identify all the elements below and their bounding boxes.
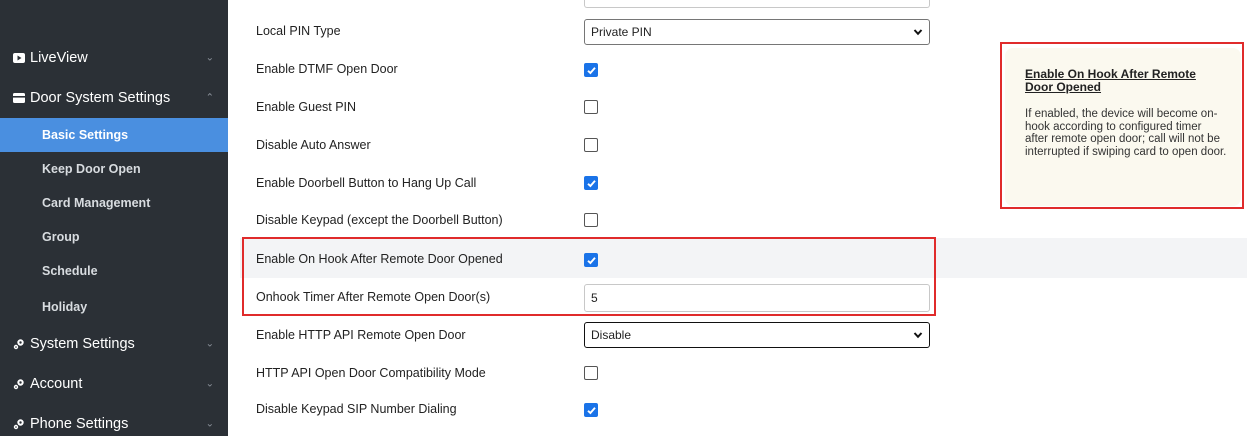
dtmf-checkbox[interactable] bbox=[584, 63, 598, 77]
chevron-down-icon: ⌄ bbox=[205, 378, 214, 390]
disable-keypad-checkbox[interactable] bbox=[584, 213, 598, 227]
nav-system-settings[interactable]: System Settings ⌄ bbox=[0, 326, 228, 362]
nav-liveview-label: LiveView bbox=[30, 50, 88, 66]
play-icon bbox=[12, 51, 26, 65]
http-compat-label: HTTP API Open Door Compatibility Mode bbox=[256, 366, 486, 380]
nav-account-label: Account bbox=[30, 376, 83, 392]
sidebar-item-holiday[interactable]: Holiday bbox=[0, 290, 228, 324]
local-pin-type-value: Private PIN bbox=[591, 25, 652, 39]
guest-pin-checkbox[interactable] bbox=[584, 100, 598, 114]
doorbell-hangup-checkbox[interactable] bbox=[584, 176, 598, 190]
disable-keypad-label: Disable Keypad (except the Doorbell Butt… bbox=[256, 213, 503, 227]
auto-answer-checkbox[interactable] bbox=[584, 138, 598, 152]
previous-field[interactable] bbox=[584, 0, 930, 8]
chevron-down-icon bbox=[913, 332, 923, 339]
sidebar-item-basic-settings[interactable]: Basic Settings bbox=[0, 118, 228, 152]
tooltip-highlight-frame bbox=[1000, 42, 1244, 209]
sidebar-item-label: Schedule bbox=[42, 264, 98, 278]
sidebar-item-card-management[interactable]: Card Management bbox=[0, 186, 228, 220]
sidebar-item-label: Holiday bbox=[42, 300, 88, 314]
sidebar-item-label: Group bbox=[42, 230, 80, 244]
http-compat-checkbox[interactable] bbox=[584, 366, 598, 380]
disable-sip-dialing-checkbox[interactable] bbox=[584, 403, 598, 417]
nav-door-system-settings[interactable]: Door System Settings ⌃ bbox=[0, 80, 228, 116]
sidebar-item-label: Card Management bbox=[42, 196, 151, 210]
chevron-down-icon: ⌄ bbox=[205, 338, 214, 350]
http-api-label: Enable HTTP API Remote Open Door bbox=[256, 328, 466, 342]
sidebar-item-label: Keep Door Open bbox=[42, 162, 141, 176]
nav-system-settings-label: System Settings bbox=[30, 336, 135, 352]
sidebar: LiveView ⌄ Door System Settings ⌃ Basic … bbox=[0, 0, 228, 436]
sidebar-item-group[interactable]: Group bbox=[0, 220, 228, 254]
chevron-down-icon: ⌄ bbox=[205, 418, 214, 430]
gear-icon bbox=[12, 337, 26, 351]
chevron-down-icon: ⌄ bbox=[205, 52, 214, 64]
gear-icon bbox=[12, 417, 26, 431]
dtmf-label: Enable DTMF Open Door bbox=[256, 62, 398, 76]
sidebar-item-schedule[interactable]: Schedule bbox=[0, 254, 228, 288]
doorbell-hangup-label: Enable Doorbell Button to Hang Up Call bbox=[256, 176, 477, 190]
local-pin-type-label: Local PIN Type bbox=[256, 24, 341, 38]
card-icon bbox=[12, 91, 26, 105]
auto-answer-label: Disable Auto Answer bbox=[256, 138, 371, 152]
disable-sip-dialing-label: Disable Keypad SIP Number Dialing bbox=[256, 402, 457, 416]
chevron-up-icon: ⌃ bbox=[205, 92, 214, 104]
nav-liveview[interactable]: LiveView ⌄ bbox=[0, 40, 228, 76]
nav-phone-settings-label: Phone Settings bbox=[30, 416, 129, 432]
nav-account[interactable]: Account ⌄ bbox=[0, 366, 228, 402]
nav-door-system-settings-label: Door System Settings bbox=[30, 90, 171, 106]
local-pin-type-select[interactable]: Private PIN bbox=[584, 19, 930, 45]
highlight-frame bbox=[242, 237, 936, 316]
gear-icon bbox=[12, 377, 26, 391]
http-api-select[interactable]: Disable bbox=[584, 322, 930, 348]
http-api-value: Disable bbox=[591, 328, 632, 342]
sidebar-item-keep-door-open[interactable]: Keep Door Open bbox=[0, 152, 228, 186]
chevron-down-icon bbox=[913, 29, 923, 36]
nav-phone-settings[interactable]: Phone Settings ⌄ bbox=[0, 406, 228, 436]
guest-pin-label: Enable Guest PIN bbox=[256, 100, 357, 114]
sidebar-item-label: Basic Settings bbox=[42, 128, 129, 142]
